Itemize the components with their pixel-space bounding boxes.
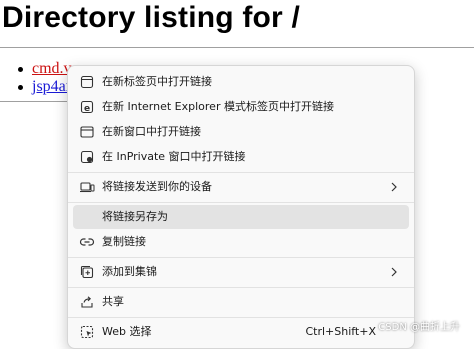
web-select-icon <box>79 324 95 340</box>
file-link-jsp4ar[interactable]: jsp4ar <box>32 78 71 96</box>
menu-item-save-link-as[interactable]: 将链接另存为 <box>73 205 409 229</box>
new-window-icon <box>79 124 95 140</box>
svg-text:e: e <box>84 104 90 114</box>
share-icon <box>79 294 95 310</box>
menu-item-copy-link[interactable]: 复制链接 <box>73 230 409 254</box>
menu-item-add-to-collections[interactable]: 添加到集锦 <box>73 260 409 284</box>
menu-item-label: 复制链接 <box>102 235 146 248</box>
watermark: CSDN @曲折上升 <box>378 322 460 333</box>
menu-item-label: 在新 Internet Explorer 模式标签页中打开链接 <box>102 100 334 113</box>
menu-item-send-to-devices[interactable]: 将链接发送到你的设备 <box>73 175 409 199</box>
shortcut-label: Ctrl+Shift+X <box>305 325 376 338</box>
devices-icon <box>79 179 95 195</box>
menu-item-label: Web 选择 <box>102 325 152 338</box>
ie-mode-icon: e <box>79 99 95 115</box>
menu-item-label: 将链接另存为 <box>102 210 168 223</box>
collections-icon <box>79 264 95 280</box>
context-menu: 在新标签页中打开链接 e 在新 Internet Explorer 模式标签页中… <box>67 65 415 349</box>
page-title: Directory listing for / <box>2 1 300 34</box>
menu-item-open-ie-mode-tab[interactable]: e 在新 Internet Explorer 模式标签页中打开链接 <box>73 95 409 119</box>
new-tab-icon <box>79 74 95 90</box>
inprivate-icon <box>79 149 95 165</box>
link-icon <box>79 234 95 250</box>
menu-item-share[interactable]: 共享 <box>73 290 409 314</box>
menu-separator <box>68 287 414 288</box>
menu-item-label: 添加到集锦 <box>102 265 157 278</box>
menu-item-open-new-tab[interactable]: 在新标签页中打开链接 <box>73 70 409 94</box>
menu-item-label: 将链接发送到你的设备 <box>102 180 212 193</box>
menu-item-label: 在新窗口中打开链接 <box>102 125 201 138</box>
menu-item-open-inprivate[interactable]: 在 InPrivate 窗口中打开链接 <box>73 145 409 169</box>
menu-separator <box>68 202 414 203</box>
file-link-cmd[interactable]: cmd.v <box>32 60 72 78</box>
chevron-right-icon <box>389 179 399 195</box>
menu-item-label: 在新标签页中打开链接 <box>102 75 212 88</box>
menu-item-label: 共享 <box>102 295 124 308</box>
menu-separator <box>68 317 414 318</box>
menu-item-open-new-window[interactable]: 在新窗口中打开链接 <box>73 120 409 144</box>
menu-item-label: 在 InPrivate 窗口中打开链接 <box>102 150 246 163</box>
bullet-icon <box>18 67 23 72</box>
menu-separator <box>68 257 414 258</box>
menu-item-web-select[interactable]: Web 选择 Ctrl+Shift+X <box>73 320 409 344</box>
horizontal-rule <box>0 47 474 48</box>
chevron-right-icon <box>389 264 399 280</box>
bullet-icon <box>18 85 23 90</box>
menu-separator <box>68 172 414 173</box>
